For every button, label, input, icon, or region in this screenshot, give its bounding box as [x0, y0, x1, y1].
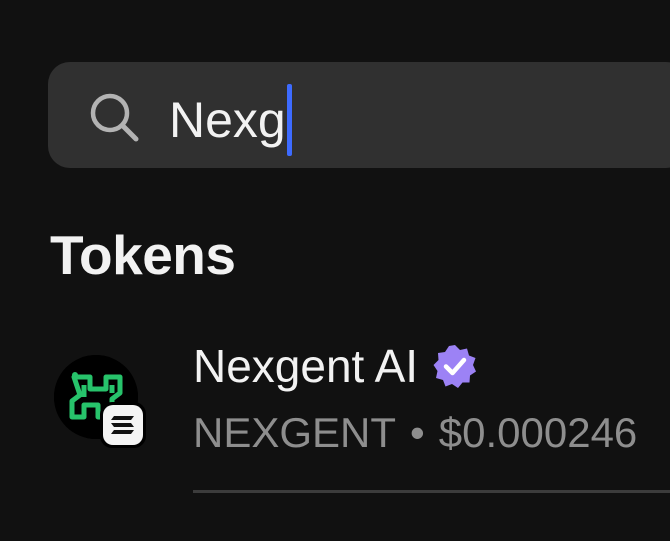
list-divider	[193, 490, 670, 493]
separator-dot: •	[410, 409, 425, 456]
token-subtitle: NEXGENT • $0.000246	[193, 405, 637, 461]
solana-icon	[100, 402, 146, 448]
token-price: $0.000246	[438, 409, 638, 456]
token-list-item[interactable]: Nexgent AI NEXGENT • $0.000246	[0, 320, 670, 510]
search-query: Nexg	[169, 92, 286, 148]
search-icon	[90, 93, 139, 142]
token-name: Nexgent AI	[193, 338, 478, 394]
search-bar[interactable]	[48, 62, 670, 168]
verified-badge-icon	[433, 345, 477, 388]
section-title: Tokens	[50, 224, 236, 286]
text-caret	[286, 84, 292, 156]
search-input[interactable]: Nexg	[169, 84, 292, 156]
token-symbol: NEXGENT	[193, 409, 397, 456]
